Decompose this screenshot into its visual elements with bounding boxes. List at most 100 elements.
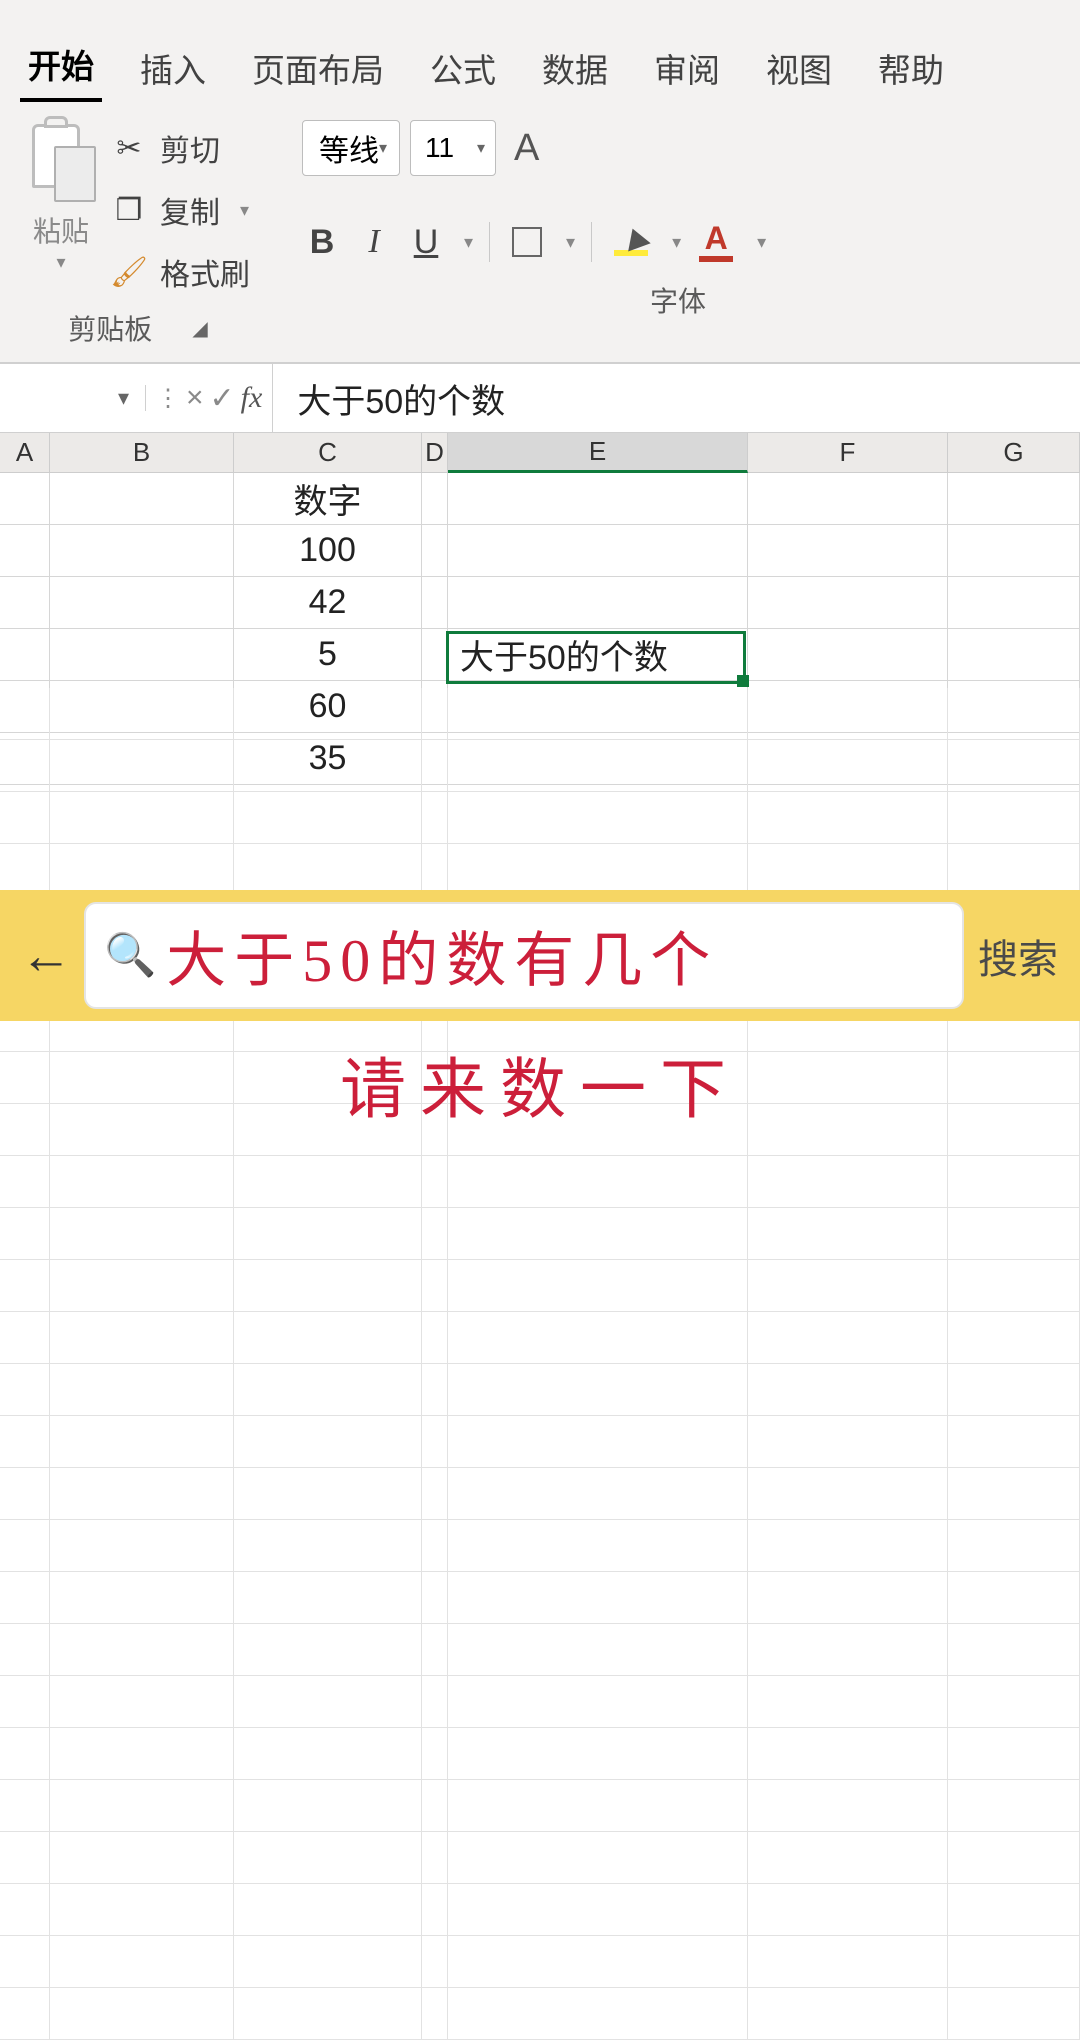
cell-empty[interactable] — [50, 844, 234, 895]
cell-empty[interactable] — [234, 1156, 422, 1207]
cell-A2[interactable] — [0, 525, 50, 576]
cell-empty[interactable] — [448, 1208, 748, 1259]
cell-empty[interactable] — [50, 1416, 234, 1467]
cell-empty[interactable] — [0, 740, 50, 791]
cell-A3[interactable] — [0, 577, 50, 628]
cell-empty[interactable] — [448, 1156, 748, 1207]
cell-empty[interactable] — [234, 1884, 422, 1935]
tab-data[interactable]: 数据 — [534, 34, 616, 102]
font-size-select[interactable]: 11 ▾ — [410, 120, 496, 176]
cell-E4[interactable]: 大于50的个数 — [448, 629, 748, 680]
tab-help[interactable]: 帮助 — [870, 34, 952, 102]
cell-D1[interactable] — [422, 473, 448, 524]
cell-empty[interactable] — [448, 1312, 748, 1363]
cell-empty[interactable] — [50, 1988, 234, 2039]
increase-font-size-button[interactable]: A — [506, 127, 539, 170]
col-header-E[interactable]: E — [448, 433, 748, 473]
cell-empty[interactable] — [234, 1260, 422, 1311]
cell-empty[interactable] — [0, 1416, 50, 1467]
cell-empty[interactable] — [422, 1156, 448, 1207]
cell-C4[interactable]: 5 — [234, 629, 422, 680]
cell-empty[interactable] — [50, 1208, 234, 1259]
cell-empty[interactable] — [234, 1988, 422, 2039]
cell-empty[interactable] — [234, 1364, 422, 1415]
cell-empty[interactable] — [748, 1156, 948, 1207]
back-arrow-icon[interactable]: ← — [8, 926, 84, 986]
cell-empty[interactable] — [748, 1936, 948, 1987]
col-header-D[interactable]: D — [422, 433, 448, 472]
cell-empty[interactable] — [948, 1936, 1080, 1987]
cell-empty[interactable] — [50, 1156, 234, 1207]
cell-G3[interactable] — [948, 577, 1080, 628]
cell-B3[interactable] — [50, 577, 234, 628]
cell-empty[interactable] — [50, 688, 234, 739]
cell-empty[interactable] — [448, 1624, 748, 1675]
cell-C1[interactable]: 数字 — [234, 473, 422, 524]
cell-empty[interactable] — [422, 1676, 448, 1727]
cell-empty[interactable] — [422, 844, 448, 895]
cell-empty[interactable] — [234, 1676, 422, 1727]
col-header-F[interactable]: F — [748, 433, 948, 472]
cell-empty[interactable] — [0, 1208, 50, 1259]
borders-button[interactable] — [506, 223, 548, 261]
cell-empty[interactable] — [0, 844, 50, 895]
cell-empty[interactable] — [234, 1416, 422, 1467]
cell-empty[interactable] — [0, 1520, 50, 1571]
cell-D2[interactable] — [422, 525, 448, 576]
cell-empty[interactable] — [0, 1364, 50, 1415]
tab-review[interactable]: 审阅 — [646, 34, 728, 102]
cell-empty[interactable] — [234, 1572, 422, 1623]
cell-empty[interactable] — [448, 1676, 748, 1727]
cell-empty[interactable] — [948, 1832, 1080, 1883]
cell-empty[interactable] — [748, 1832, 948, 1883]
underline-dropdown-icon[interactable]: ▾ — [464, 232, 473, 253]
cell-empty[interactable] — [448, 844, 748, 895]
cell-empty[interactable] — [748, 1260, 948, 1311]
cell-empty[interactable] — [448, 1364, 748, 1415]
cell-empty[interactable] — [234, 1208, 422, 1259]
cell-E1[interactable] — [448, 473, 748, 524]
cell-empty[interactable] — [948, 1468, 1080, 1519]
cell-empty[interactable] — [448, 1780, 748, 1831]
cell-empty[interactable] — [0, 1728, 50, 1779]
cell-empty[interactable] — [748, 1676, 948, 1727]
cell-empty[interactable] — [50, 1624, 234, 1675]
cut-button[interactable]: ✂ 剪切 — [112, 126, 250, 170]
cell-empty[interactable] — [948, 1520, 1080, 1571]
fill-color-dropdown-icon[interactable]: ▾ — [672, 232, 681, 253]
cell-empty[interactable] — [448, 1988, 748, 2039]
cell-F2[interactable] — [748, 525, 948, 576]
cell-empty[interactable] — [234, 1520, 422, 1571]
cell-empty[interactable] — [448, 1884, 748, 1935]
cell-empty[interactable] — [50, 1312, 234, 1363]
cell-empty[interactable] — [0, 1260, 50, 1311]
cell-empty[interactable] — [0, 1884, 50, 1935]
cell-empty[interactable] — [234, 1936, 422, 1987]
cell-empty[interactable] — [948, 1676, 1080, 1727]
col-header-A[interactable]: A — [0, 433, 50, 472]
cell-empty[interactable] — [50, 1780, 234, 1831]
cell-empty[interactable] — [234, 1728, 422, 1779]
cell-empty[interactable] — [948, 792, 1080, 843]
cell-empty[interactable] — [948, 1884, 1080, 1935]
cell-empty[interactable] — [234, 844, 422, 895]
cell-D4[interactable] — [422, 629, 448, 680]
cell-empty[interactable] — [50, 1676, 234, 1727]
cell-B1[interactable] — [50, 473, 234, 524]
cell-empty[interactable] — [948, 1988, 1080, 2039]
cell-empty[interactable] — [0, 1156, 50, 1207]
cell-empty[interactable] — [748, 1520, 948, 1571]
cell-empty[interactable] — [422, 1624, 448, 1675]
cell-empty[interactable] — [948, 1572, 1080, 1623]
paste-dropdown-icon[interactable]: ▾ — [56, 252, 65, 273]
copy-button[interactable]: ❐ 复制 ▾ — [112, 188, 250, 232]
tab-page-layout[interactable]: 页面布局 — [244, 34, 392, 102]
cell-empty[interactable] — [748, 1780, 948, 1831]
cell-empty[interactable] — [234, 688, 422, 739]
cell-empty[interactable] — [0, 688, 50, 739]
col-header-G[interactable]: G — [948, 433, 1080, 472]
cell-C3[interactable]: 42 — [234, 577, 422, 628]
cell-empty[interactable] — [422, 1572, 448, 1623]
cell-empty[interactable] — [948, 844, 1080, 895]
cell-empty[interactable] — [0, 1832, 50, 1883]
